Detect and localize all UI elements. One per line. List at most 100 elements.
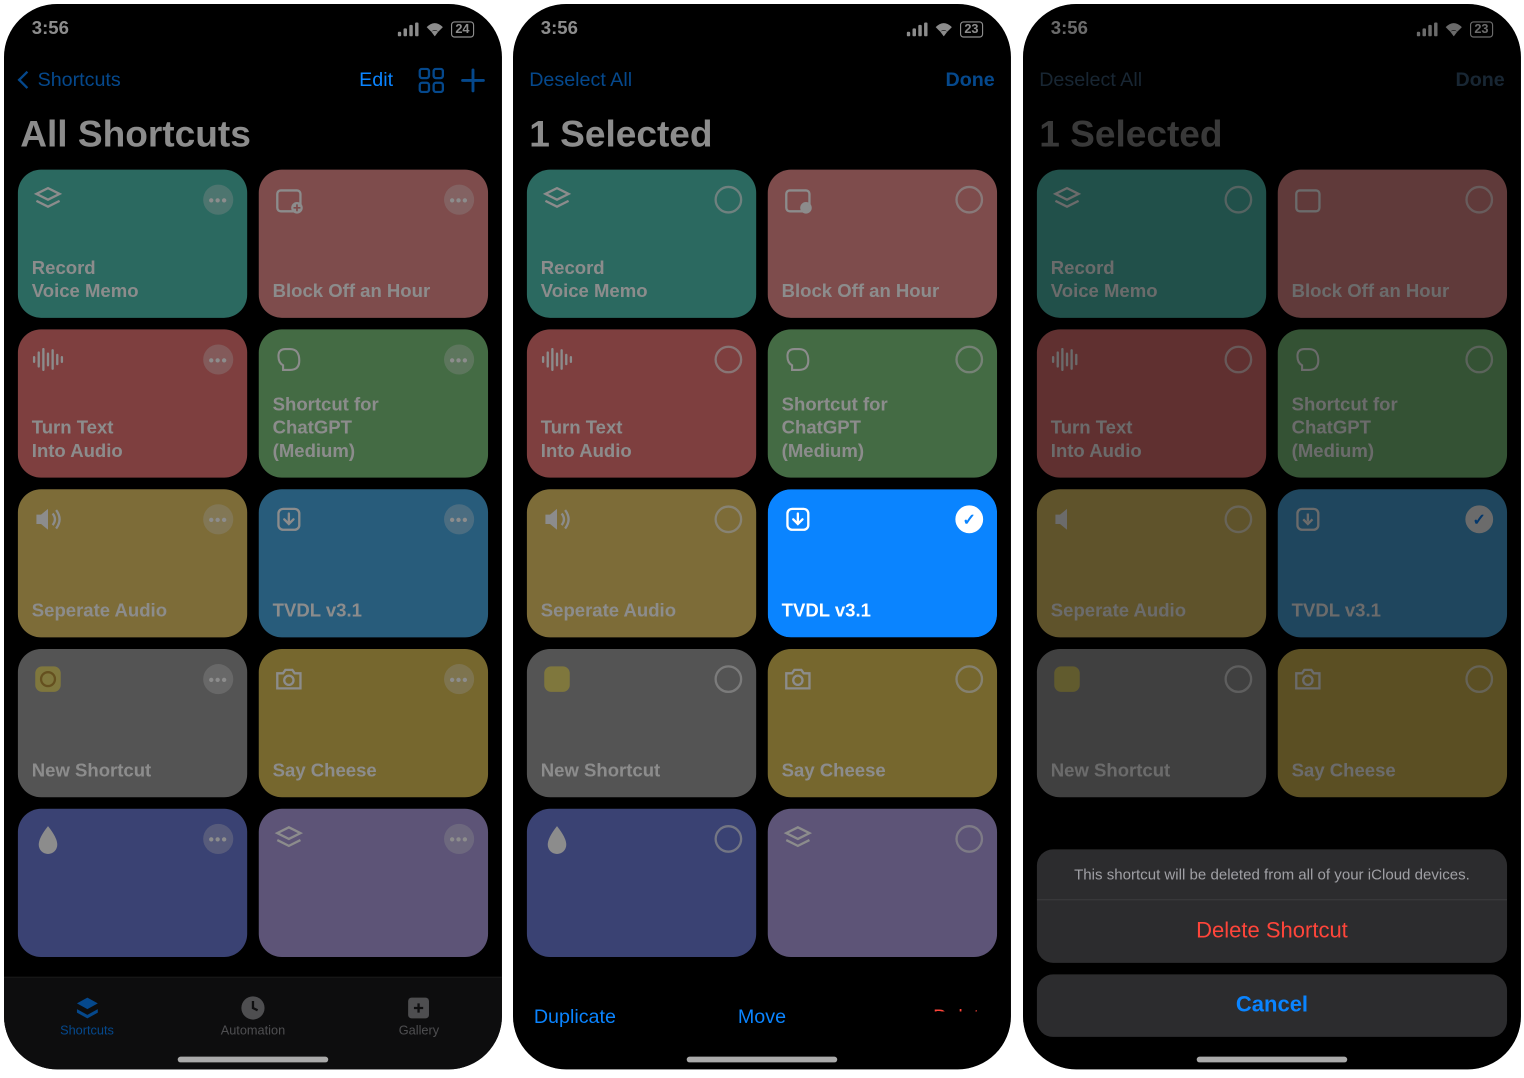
select-circle[interactable]: [715, 186, 743, 214]
select-circle[interactable]: [715, 665, 743, 693]
shortcut-tile-extra-1[interactable]: •••: [18, 809, 247, 957]
tile-label: New Shortcut: [1050, 760, 1251, 783]
select-circle[interactable]: [715, 346, 743, 374]
battery-icon: 23: [1469, 21, 1492, 37]
tab-label: Shortcuts: [60, 1024, 114, 1038]
duplicate-button[interactable]: Duplicate: [534, 1006, 686, 1029]
tile-label: Block Off an Hour: [782, 281, 983, 304]
shortcut-tile-block[interactable]: Block Off an Hour: [768, 170, 997, 318]
waveform-icon: [32, 343, 64, 375]
tile-menu-icon[interactable]: •••: [444, 664, 474, 694]
calendar-add-icon: [782, 183, 814, 215]
shortcut-tile-turntext[interactable]: Turn Text Into Audio: [527, 329, 756, 477]
status-time: 3:56: [541, 19, 578, 40]
signal-icon: [907, 23, 928, 37]
signal-icon: [1416, 23, 1437, 37]
waveform-icon: [541, 343, 573, 375]
delete-highlight: [923, 1011, 1004, 1050]
select-circle[interactable]: [956, 825, 984, 853]
cancel-button[interactable]: Cancel: [1037, 974, 1507, 1037]
battery-icon: 24: [451, 21, 474, 37]
page-title: All Shortcuts: [4, 106, 502, 170]
select-circle: [1465, 186, 1493, 214]
shortcut-tile-chatgpt[interactable]: ••• Shortcut for ChatGPT (Medium): [259, 329, 488, 477]
tile-menu-icon[interactable]: •••: [444, 344, 474, 374]
tile-menu-icon[interactable]: •••: [203, 824, 233, 854]
shortcut-tile-tvdl[interactable]: ✓ TVDL v3.1: [768, 489, 997, 637]
select-circle: [1224, 505, 1252, 533]
shortcut-tile-new[interactable]: ••• New Shortcut: [18, 649, 247, 797]
page-title: 1 Selected: [513, 106, 1011, 170]
shortcut-tile-chatgpt[interactable]: Shortcut for ChatGPT (Medium): [768, 329, 997, 477]
speaker-icon: [32, 503, 64, 535]
shortcut-tile-record[interactable]: ••• Record Voice Memo: [18, 170, 247, 318]
waveform-icon: [1050, 343, 1082, 375]
shortcut-tile-extra-2[interactable]: [768, 809, 997, 957]
wifi-icon: [425, 23, 444, 37]
tile-label: Block Off an Hour: [273, 281, 474, 304]
drop-icon: [541, 823, 573, 855]
deselect-all-button[interactable]: Deselect All: [530, 69, 633, 92]
tile-menu-icon[interactable]: •••: [444, 824, 474, 854]
tile-menu-icon[interactable]: •••: [203, 344, 233, 374]
shortcut-tile-saycheese[interactable]: ••• Say Cheese: [259, 649, 488, 797]
shortcut-tile-saycheese[interactable]: Say Cheese: [768, 649, 997, 797]
back-button[interactable]: Shortcuts: [20, 69, 121, 92]
tile-label: Say Cheese: [1291, 760, 1492, 783]
tile-label: Block Off an Hour: [1291, 281, 1492, 304]
plus-icon[interactable]: [460, 68, 485, 93]
select-circle[interactable]: [956, 665, 984, 693]
tile-label: Say Cheese: [782, 760, 983, 783]
layers-icon: [1050, 183, 1082, 215]
select-circle: [1465, 665, 1493, 693]
shortcut-tile-block[interactable]: ••• Block Off an Hour: [259, 170, 488, 318]
shortcut-tile-new: New Shortcut: [1037, 649, 1266, 797]
select-circle[interactable]: [956, 346, 984, 374]
select-circle-checked[interactable]: ✓: [956, 505, 984, 533]
select-circle[interactable]: [715, 505, 743, 533]
layers-icon: [273, 823, 305, 855]
app-icon: [1050, 663, 1082, 695]
tile-menu-icon[interactable]: •••: [203, 504, 233, 534]
shortcut-tile-extra-1[interactable]: [527, 809, 756, 957]
tile-label: Seperate Audio: [1050, 600, 1251, 623]
select-circle[interactable]: [715, 825, 743, 853]
camera-icon: [782, 663, 814, 695]
tile-menu-icon[interactable]: •••: [203, 185, 233, 215]
shortcut-tile-seperate[interactable]: Seperate Audio: [527, 489, 756, 637]
tab-shortcuts[interactable]: Shortcuts: [4, 978, 170, 1069]
done-button[interactable]: Done: [1455, 69, 1504, 92]
shortcut-tile-seperate: Seperate Audio: [1037, 489, 1266, 637]
download-icon: [1291, 503, 1323, 535]
tab-gallery[interactable]: Gallery: [336, 978, 502, 1069]
deselect-all-button[interactable]: Deselect All: [1039, 69, 1142, 92]
tile-label: Seperate Audio: [32, 600, 233, 623]
app-icon: [541, 663, 573, 695]
camera-icon: [1291, 663, 1323, 695]
shortcut-tile-new[interactable]: New Shortcut: [527, 649, 756, 797]
edit-button[interactable]: Edit: [350, 62, 402, 99]
select-circle[interactable]: [956, 186, 984, 214]
tile-menu-icon[interactable]: •••: [203, 664, 233, 694]
done-button[interactable]: Done: [946, 69, 995, 92]
tile-label: Seperate Audio: [541, 600, 742, 623]
shortcut-tile-tvdl[interactable]: ••• TVDL v3.1: [259, 489, 488, 637]
shortcut-tile-seperate[interactable]: ••• Seperate Audio: [18, 489, 247, 637]
signal-icon: [397, 23, 418, 37]
tile-menu-icon[interactable]: •••: [444, 504, 474, 534]
shortcuts-tab-icon: [73, 994, 101, 1022]
shortcut-tile-record[interactable]: Record Voice Memo: [527, 170, 756, 318]
delete-shortcut-button[interactable]: Delete Shortcut: [1037, 900, 1507, 963]
tile-menu-icon[interactable]: •••: [444, 185, 474, 215]
layout-icon[interactable]: [419, 68, 444, 93]
move-button[interactable]: Move: [686, 1006, 838, 1029]
nav-bar: Shortcuts Edit: [4, 55, 502, 106]
shortcut-tile-turntext[interactable]: ••• Turn Text Into Audio: [18, 329, 247, 477]
speaker-icon: [1050, 503, 1082, 535]
tile-label: Record Voice Memo: [1050, 258, 1251, 304]
home-indicator: [687, 1057, 838, 1063]
shortcut-tile-extra-2[interactable]: •••: [259, 809, 488, 957]
layers-icon: [782, 823, 814, 855]
battery-icon: 23: [960, 21, 983, 37]
action-sheet: This shortcut will be deleted from all o…: [1023, 838, 1521, 1070]
